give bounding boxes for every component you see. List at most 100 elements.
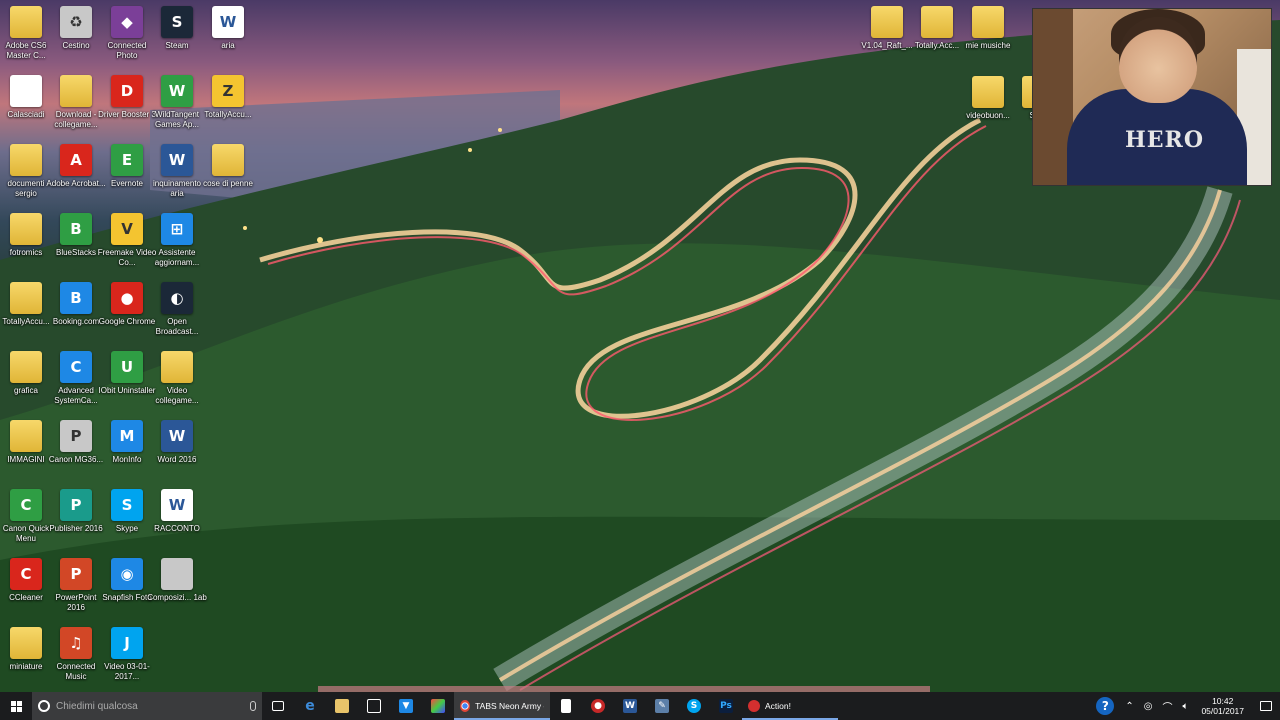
folder-icon bbox=[10, 282, 42, 314]
desktop-shortcut[interactable]: U IObit Uninstaller bbox=[99, 351, 155, 396]
folder-icon bbox=[161, 351, 193, 383]
word-doc-icon: W bbox=[212, 6, 244, 38]
paint-app-icon: ✎ bbox=[655, 699, 669, 713]
wifi-icon[interactable]: ⌒ bbox=[1162, 699, 1172, 714]
desktop-shortcut-label: TotallyAccu... bbox=[204, 110, 252, 119]
help-icon[interactable]: ? bbox=[1096, 697, 1115, 715]
freemake-icon: V bbox=[111, 213, 143, 245]
start-button[interactable] bbox=[0, 692, 32, 720]
desktop-shortcut[interactable]: P PowerPoint 2016 bbox=[50, 558, 102, 613]
desktop-shortcut[interactable]: grafica bbox=[0, 351, 52, 396]
desktop-shortcut[interactable]: W Word 2016 bbox=[151, 420, 203, 465]
file-explorer-icon bbox=[335, 699, 349, 713]
desktop-shortcut[interactable]: miniature bbox=[0, 627, 52, 672]
desktop-shortcut-label: cose di penne bbox=[203, 179, 253, 188]
desktop-shortcut-label: Video collegame... bbox=[155, 386, 199, 405]
taskbar-notepad[interactable] bbox=[550, 692, 582, 720]
taskbar-app-paint[interactable]: ✎ bbox=[646, 692, 678, 720]
desktop-shortcut[interactable]: C Canon Quick Menu bbox=[0, 489, 52, 544]
store-icon bbox=[367, 699, 381, 713]
wildtangent-icon: W bbox=[161, 75, 193, 107]
skype-icon: S bbox=[687, 699, 701, 713]
desktop-shortcut[interactable]: S Steam bbox=[151, 6, 203, 51]
desktop-shortcut[interactable]: W RACCONTO bbox=[151, 489, 203, 534]
desktop-shortcut[interactable]: mie musiche bbox=[962, 6, 1014, 51]
task-view-button[interactable] bbox=[262, 692, 294, 720]
folder-icon bbox=[10, 627, 42, 659]
taskbar-action-window[interactable]: Action! bbox=[742, 692, 838, 720]
desktop-shortcut[interactable]: S Skype bbox=[101, 489, 153, 534]
desktop-shortcut[interactable]: J Video 03-01-2017... bbox=[101, 627, 153, 682]
desktop-shortcut[interactable]: fotromics bbox=[0, 213, 52, 258]
desktop-shortcut[interactable]: Video collegame... bbox=[151, 351, 203, 406]
bluestacks-icon: B bbox=[60, 213, 92, 245]
cortana-search-box[interactable]: Chiedimi qualcosa bbox=[32, 692, 262, 720]
taskbar-file-explorer[interactable] bbox=[326, 692, 358, 720]
taskbar-skype[interactable]: S bbox=[678, 692, 710, 720]
desktop-shortcut[interactable]: E Evernote bbox=[101, 144, 153, 189]
task-view-icon bbox=[272, 701, 284, 711]
desktop-shortcut[interactable]: ◉ Snapfish Foto bbox=[101, 558, 153, 603]
desktop-shortcut[interactable]: Totally.Acc... bbox=[911, 6, 963, 51]
zip-icon: Z bbox=[212, 75, 244, 107]
microphone-icon[interactable] bbox=[250, 701, 256, 711]
chrome-icon bbox=[460, 700, 471, 712]
volume-icon[interactable]: 🔈︎ bbox=[1182, 701, 1188, 712]
clock[interactable]: 10:42 05/01/2017 bbox=[1201, 696, 1244, 716]
folder-icon bbox=[10, 6, 42, 38]
desktop-shortcut[interactable]: cose di penne bbox=[202, 144, 254, 189]
chevron-up-icon[interactable]: ⌃ bbox=[1125, 701, 1133, 712]
desktop-shortcut[interactable]: ♫ Connected Music bbox=[50, 627, 102, 682]
desktop-shortcut[interactable]: C Advanced SystemCa... bbox=[50, 351, 102, 406]
desktop-shortcut[interactable]: TotallyAccu... bbox=[0, 282, 52, 327]
notification-center-icon[interactable] bbox=[1260, 701, 1272, 711]
taskbar-chrome-window[interactable]: TABS Neon Army -v... bbox=[454, 692, 550, 720]
colorful-app-icon bbox=[431, 699, 445, 713]
network-icon[interactable]: ◎ bbox=[1144, 701, 1153, 712]
desktop-shortcut[interactable]: P Publisher 2016 bbox=[49, 489, 103, 534]
desktop-shortcut[interactable]: Winquinamento aria bbox=[151, 144, 203, 199]
desktop-shortcut[interactable]: W WildTangent Games Ap... bbox=[151, 75, 203, 130]
desktop-shortcut[interactable]: documenti sergio bbox=[0, 144, 52, 199]
folder-icon bbox=[212, 144, 244, 176]
desktop-shortcut[interactable]: Adobe CS6 Master C... bbox=[0, 6, 52, 61]
desktop-shortcut[interactable]: ● Google Chrome bbox=[99, 282, 155, 327]
desktop-shortcut[interactable]: ◆ Connected Photo bbox=[101, 6, 153, 61]
desktop-shortcut[interactable]: ⊞ Assistente aggiornam... bbox=[151, 213, 203, 268]
desktop-shortcut[interactable]: A Adobe Acrobat... bbox=[46, 144, 106, 189]
taskbar-edge[interactable]: e bbox=[294, 692, 326, 720]
desktop-shortcut[interactable]: V Freemake Video Co... bbox=[98, 213, 156, 268]
word-icon: W bbox=[623, 699, 637, 713]
photoshop-icon: Ps bbox=[719, 699, 733, 713]
word-doc-icon: W bbox=[161, 144, 193, 176]
desktop-shortcut[interactable]: Z TotallyAccu... bbox=[202, 75, 254, 120]
desktop-shortcut[interactable]: C CCleaner bbox=[0, 558, 52, 603]
desktop-shortcut[interactable]: B Booking.com bbox=[50, 282, 102, 327]
desktop-shortcut[interactable]: Calasciadi bbox=[0, 75, 52, 120]
recycle-bin-icon: ♻ bbox=[60, 6, 92, 38]
desktop-shortcut[interactable]: ◐ Open Broadcast... bbox=[151, 282, 203, 337]
taskbar-app-colorful[interactable] bbox=[422, 692, 454, 720]
chrome-icon: ● bbox=[111, 282, 143, 314]
connected-music-icon: ♫ bbox=[60, 627, 92, 659]
taskbar-word[interactable]: W bbox=[614, 692, 646, 720]
desktop-shortcut[interactable]: Download - collegame... bbox=[50, 75, 102, 130]
taskbar-store[interactable] bbox=[358, 692, 390, 720]
desktop-shortcut[interactable]: M MonInfo bbox=[101, 420, 153, 465]
desktop-shortcut[interactable]: ♻ Cestino bbox=[50, 6, 102, 51]
desktop-shortcut[interactable]: B BlueStacks bbox=[50, 213, 102, 258]
desktop-shortcut[interactable]: P Canon MG36... bbox=[49, 420, 103, 465]
edge-icon: e bbox=[305, 698, 315, 714]
taskbar-app-blue[interactable]: ▼ bbox=[390, 692, 422, 720]
desktop-shortcut[interactable]: V1.04_Raft_... bbox=[861, 6, 913, 51]
taskbar-photoshop[interactable]: Ps bbox=[710, 692, 742, 720]
publisher-icon: P bbox=[60, 489, 92, 521]
person-face bbox=[1119, 17, 1197, 103]
desktop-shortcut[interactable]: videobuon... bbox=[962, 76, 1014, 121]
folder-icon bbox=[10, 351, 42, 383]
desktop-shortcut[interactable]: Waria bbox=[202, 6, 254, 51]
desktop-shortcut[interactable]: D Driver Booster 3 bbox=[98, 75, 156, 120]
taskbar-record[interactable]: ● bbox=[582, 692, 614, 720]
desktop-shortcut[interactable]: IMMAGINI bbox=[0, 420, 52, 465]
desktop-shortcut[interactable]: Composizi... 1ab bbox=[147, 558, 207, 603]
